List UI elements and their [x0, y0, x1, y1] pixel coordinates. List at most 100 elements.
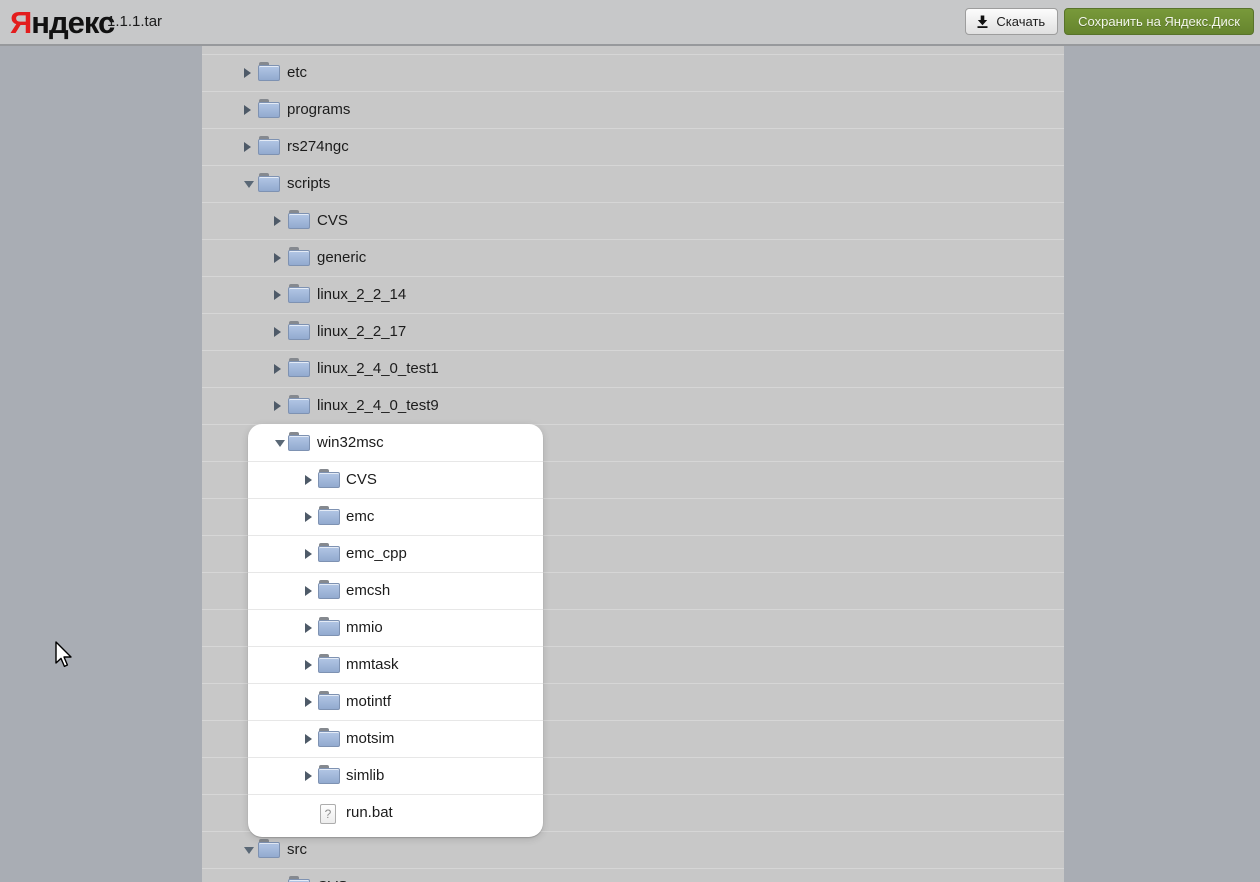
folder-icon	[258, 99, 280, 118]
chevron-right-icon[interactable]	[305, 697, 312, 707]
header: Яндекс 1.1.1.tar Скачать Сохранить на Ян…	[0, 0, 1260, 46]
tree-row-mmio[interactable]: mmio	[248, 610, 543, 647]
chevron-right-icon[interactable]	[274, 364, 281, 374]
folder-label: mmtask	[346, 656, 399, 673]
folder-label: win32msc	[317, 434, 384, 451]
chevron-right-icon[interactable]	[305, 512, 312, 522]
tree-row-run-bat[interactable]: ? run.bat	[248, 795, 543, 832]
chevron-down-icon[interactable]	[244, 181, 254, 188]
folder-label: etc	[287, 64, 308, 81]
folder-label: generic	[317, 249, 367, 266]
file-tree: etc programs rs274ngc scripts CVS generi…	[202, 46, 1064, 882]
chevron-right-icon[interactable]	[274, 401, 281, 411]
chevron-down-icon[interactable]	[275, 440, 285, 447]
unknown-file-icon: ?	[320, 803, 336, 824]
folder-icon	[288, 210, 310, 229]
yandex-logo[interactable]: Яндекс	[10, 2, 115, 44]
chevron-right-icon[interactable]	[305, 623, 312, 633]
file-label: run.bat	[346, 804, 393, 821]
folder-label: simlib	[346, 767, 385, 784]
archive-title: 1.1.1.tar	[107, 13, 163, 30]
chevron-right-icon[interactable]	[305, 586, 312, 596]
folder-icon	[318, 543, 340, 562]
tree-row-linux-2-2-14[interactable]: linux_2_2_14	[202, 277, 1064, 314]
folder-icon	[288, 395, 310, 414]
download-icon	[977, 15, 988, 28]
folder-icon	[318, 506, 340, 525]
save-button-label: Сохранить на Яндекс.Диск	[1078, 14, 1240, 29]
tree-row-src[interactable]: src	[202, 832, 1064, 869]
tree-row-motsim[interactable]: motsim	[248, 721, 543, 758]
chevron-right-icon[interactable]	[274, 327, 281, 337]
tree-row-emc-cpp[interactable]: emc_cpp	[248, 536, 543, 573]
folder-label: rs274ngc	[287, 138, 349, 155]
chevron-right-icon[interactable]	[244, 68, 251, 78]
tree-row-mmtask[interactable]: mmtask	[248, 647, 543, 684]
chevron-right-icon[interactable]	[244, 105, 251, 115]
tree-row-emcsh[interactable]: emcsh	[248, 573, 543, 610]
tree-row-simlib[interactable]: simlib	[248, 758, 543, 795]
tree-row-etc[interactable]: etc	[202, 55, 1064, 92]
folder-label: CVS	[317, 869, 348, 882]
folder-label: linux_2_4_0_test9	[317, 397, 439, 414]
tree-row-linux-2-2-17[interactable]: linux_2_2_17	[202, 314, 1064, 351]
folder-label: emc_cpp	[346, 545, 407, 562]
chevron-down-icon[interactable]	[244, 847, 254, 854]
folder-label: motintf	[346, 693, 392, 710]
folder-icon	[318, 617, 340, 636]
folder-label: emc	[346, 508, 375, 525]
folder-icon	[318, 691, 340, 710]
folder-label: motsim	[346, 730, 395, 747]
folder-label: emcsh	[346, 582, 391, 599]
chevron-right-icon[interactable]	[305, 771, 312, 781]
yandex-logo-letter: Я	[10, 5, 32, 40]
tree-row-src-cvs-partial[interactable]: CVS	[202, 869, 1064, 882]
folder-label: linux_2_2_14	[317, 286, 407, 303]
mouse-cursor	[55, 641, 72, 668]
download-button[interactable]: Скачать	[965, 8, 1059, 35]
folder-icon	[258, 839, 280, 858]
tree-row-programs[interactable]: programs	[202, 92, 1064, 129]
folder-icon	[288, 321, 310, 340]
folder-label: mmio	[346, 619, 383, 636]
tree-row-emc[interactable]: emc	[248, 499, 543, 536]
download-button-label: Скачать	[996, 14, 1046, 29]
chevron-right-icon[interactable]	[305, 475, 312, 485]
folder-label: CVS	[346, 471, 377, 488]
folder-label: programs	[287, 101, 351, 118]
tree-row-motintf[interactable]: motintf	[248, 684, 543, 721]
tree-row-rs274ngc[interactable]: rs274ngc	[202, 129, 1064, 166]
yandex-logo-rest: ндекс	[31, 5, 115, 40]
folder-icon	[288, 432, 310, 451]
folder-label: linux_2_4_0_test1	[317, 360, 439, 377]
chevron-right-icon[interactable]	[274, 290, 281, 300]
save-to-disk-button[interactable]: Сохранить на Яндекс.Диск	[1064, 8, 1254, 35]
folder-icon	[258, 62, 280, 81]
win32msc-popup: win32msc CVS emc emc_cpp emcsh mmio mmta…	[248, 424, 543, 837]
folder-icon	[318, 728, 340, 747]
folder-icon	[318, 654, 340, 673]
folder-icon	[318, 765, 340, 784]
folder-label: linux_2_2_17	[317, 323, 407, 340]
chevron-right-icon[interactable]	[305, 660, 312, 670]
chevron-right-icon[interactable]	[244, 142, 251, 152]
folder-icon	[318, 580, 340, 599]
folder-icon	[258, 173, 280, 192]
chevron-right-icon[interactable]	[274, 253, 281, 263]
chevron-right-icon[interactable]	[305, 734, 312, 744]
folder-label: scripts	[287, 175, 331, 192]
folder-icon	[288, 284, 310, 303]
folder-icon	[258, 136, 280, 155]
tree-row-linux-2-4-0-test9[interactable]: linux_2_4_0_test9	[202, 388, 1064, 425]
tree-row-linux-2-4-0-test1[interactable]: linux_2_4_0_test1	[202, 351, 1064, 388]
chevron-right-icon[interactable]	[274, 216, 281, 226]
folder-label: CVS	[317, 212, 348, 229]
header-actions: Скачать Сохранить на Яндекс.Диск	[965, 8, 1254, 35]
tree-row-scripts[interactable]: scripts	[202, 166, 1064, 203]
folder-icon	[318, 469, 340, 488]
tree-row-win32msc-cvs[interactable]: CVS	[248, 462, 543, 499]
chevron-right-icon[interactable]	[305, 549, 312, 559]
tree-row-win32msc[interactable]: win32msc	[248, 425, 543, 462]
tree-row-generic[interactable]: generic	[202, 240, 1064, 277]
tree-row-cvs[interactable]: CVS	[202, 203, 1064, 240]
